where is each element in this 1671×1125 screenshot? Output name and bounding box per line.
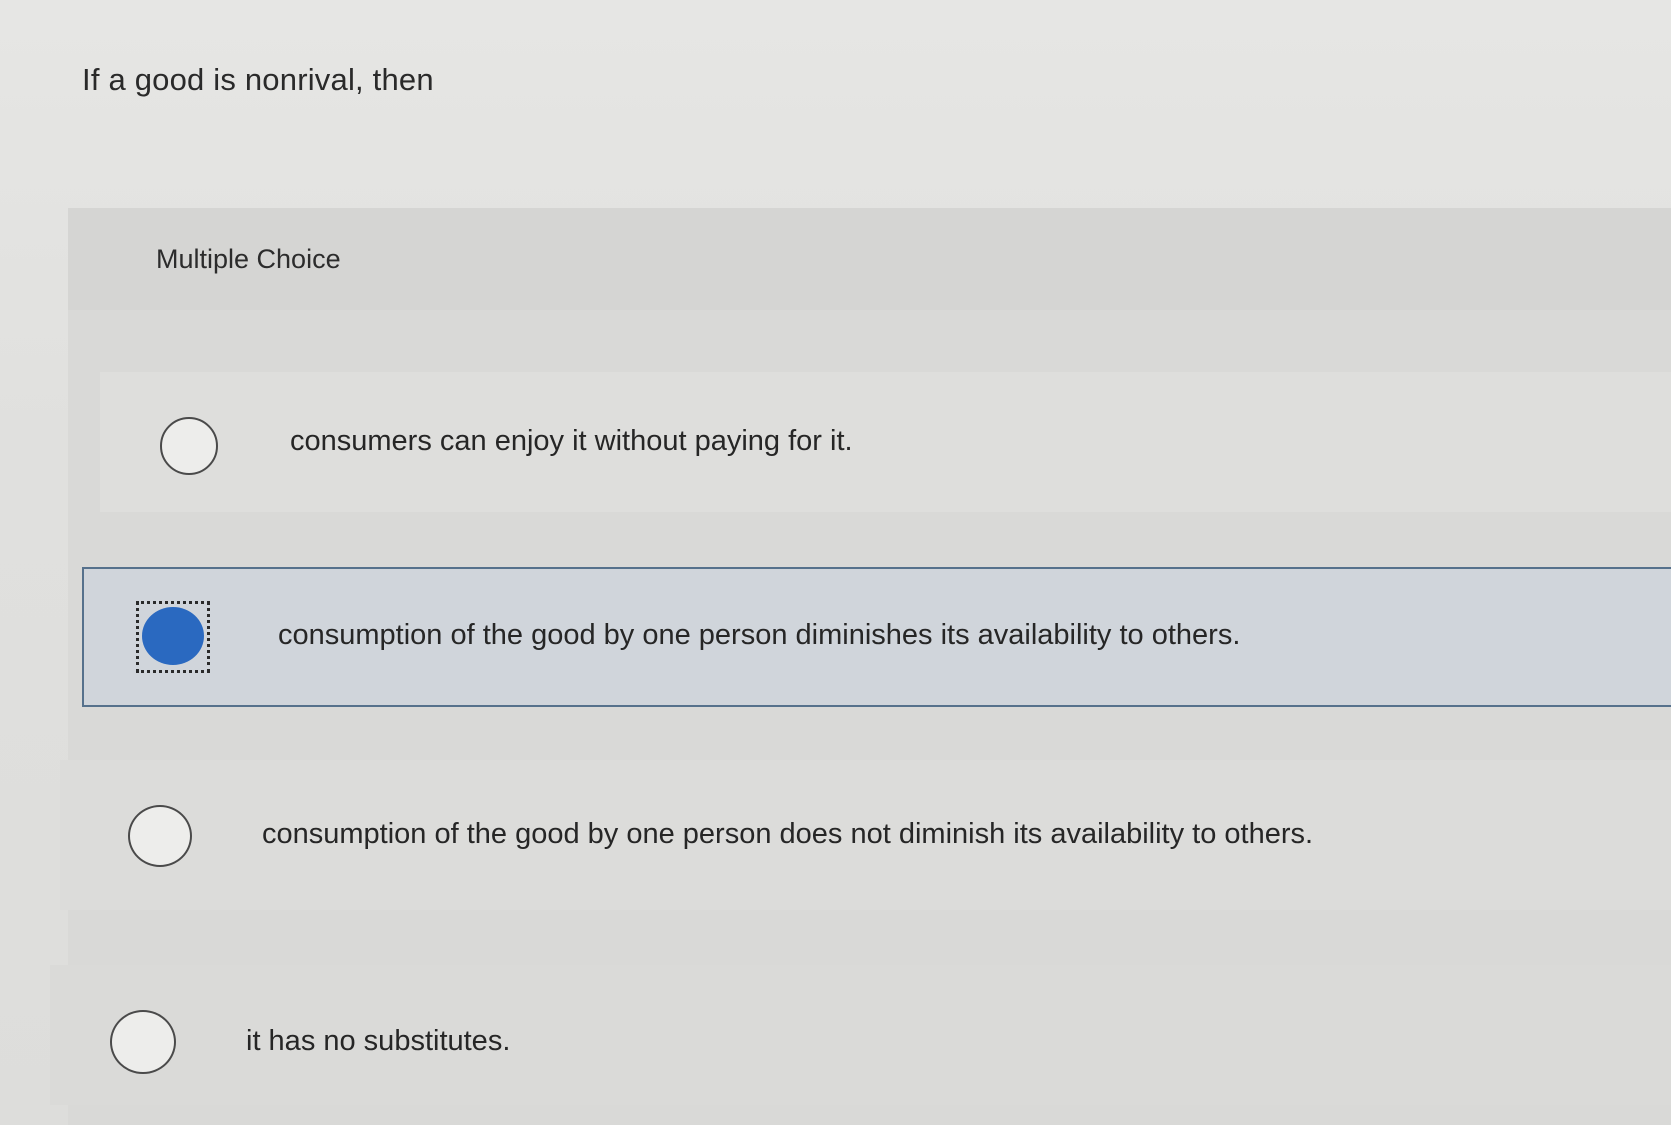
radio-button-unselected[interactable]	[160, 417, 218, 475]
choice-option-text: consumers can enjoy it without paying fo…	[290, 425, 853, 457]
multiple-choice-label: Multiple Choice	[156, 244, 341, 274]
radio-button-unselected[interactable]	[128, 805, 192, 867]
choice-option-d[interactable]: it has no substitutes.	[50, 965, 1671, 1105]
choice-option-text: it has no substitutes.	[246, 1025, 511, 1057]
question-stem: If a good is nonrival, then	[82, 62, 434, 97]
radio-button-selected[interactable]	[142, 607, 204, 665]
multiple-choice-header: Multiple Choice	[68, 208, 1671, 310]
radio-button-unselected[interactable]	[110, 1010, 176, 1074]
choice-option-a[interactable]: consumers can enjoy it without paying fo…	[100, 372, 1671, 512]
choice-option-c[interactable]: consumption of the good by one person do…	[60, 760, 1671, 910]
choice-option-text: consumption of the good by one person di…	[278, 619, 1241, 651]
question-page: If a good is nonrival, then Multiple Cho…	[0, 0, 1671, 1125]
choice-option-text: consumption of the good by one person do…	[262, 818, 1314, 850]
choice-option-b-selected[interactable]: consumption of the good by one person di…	[82, 567, 1671, 707]
